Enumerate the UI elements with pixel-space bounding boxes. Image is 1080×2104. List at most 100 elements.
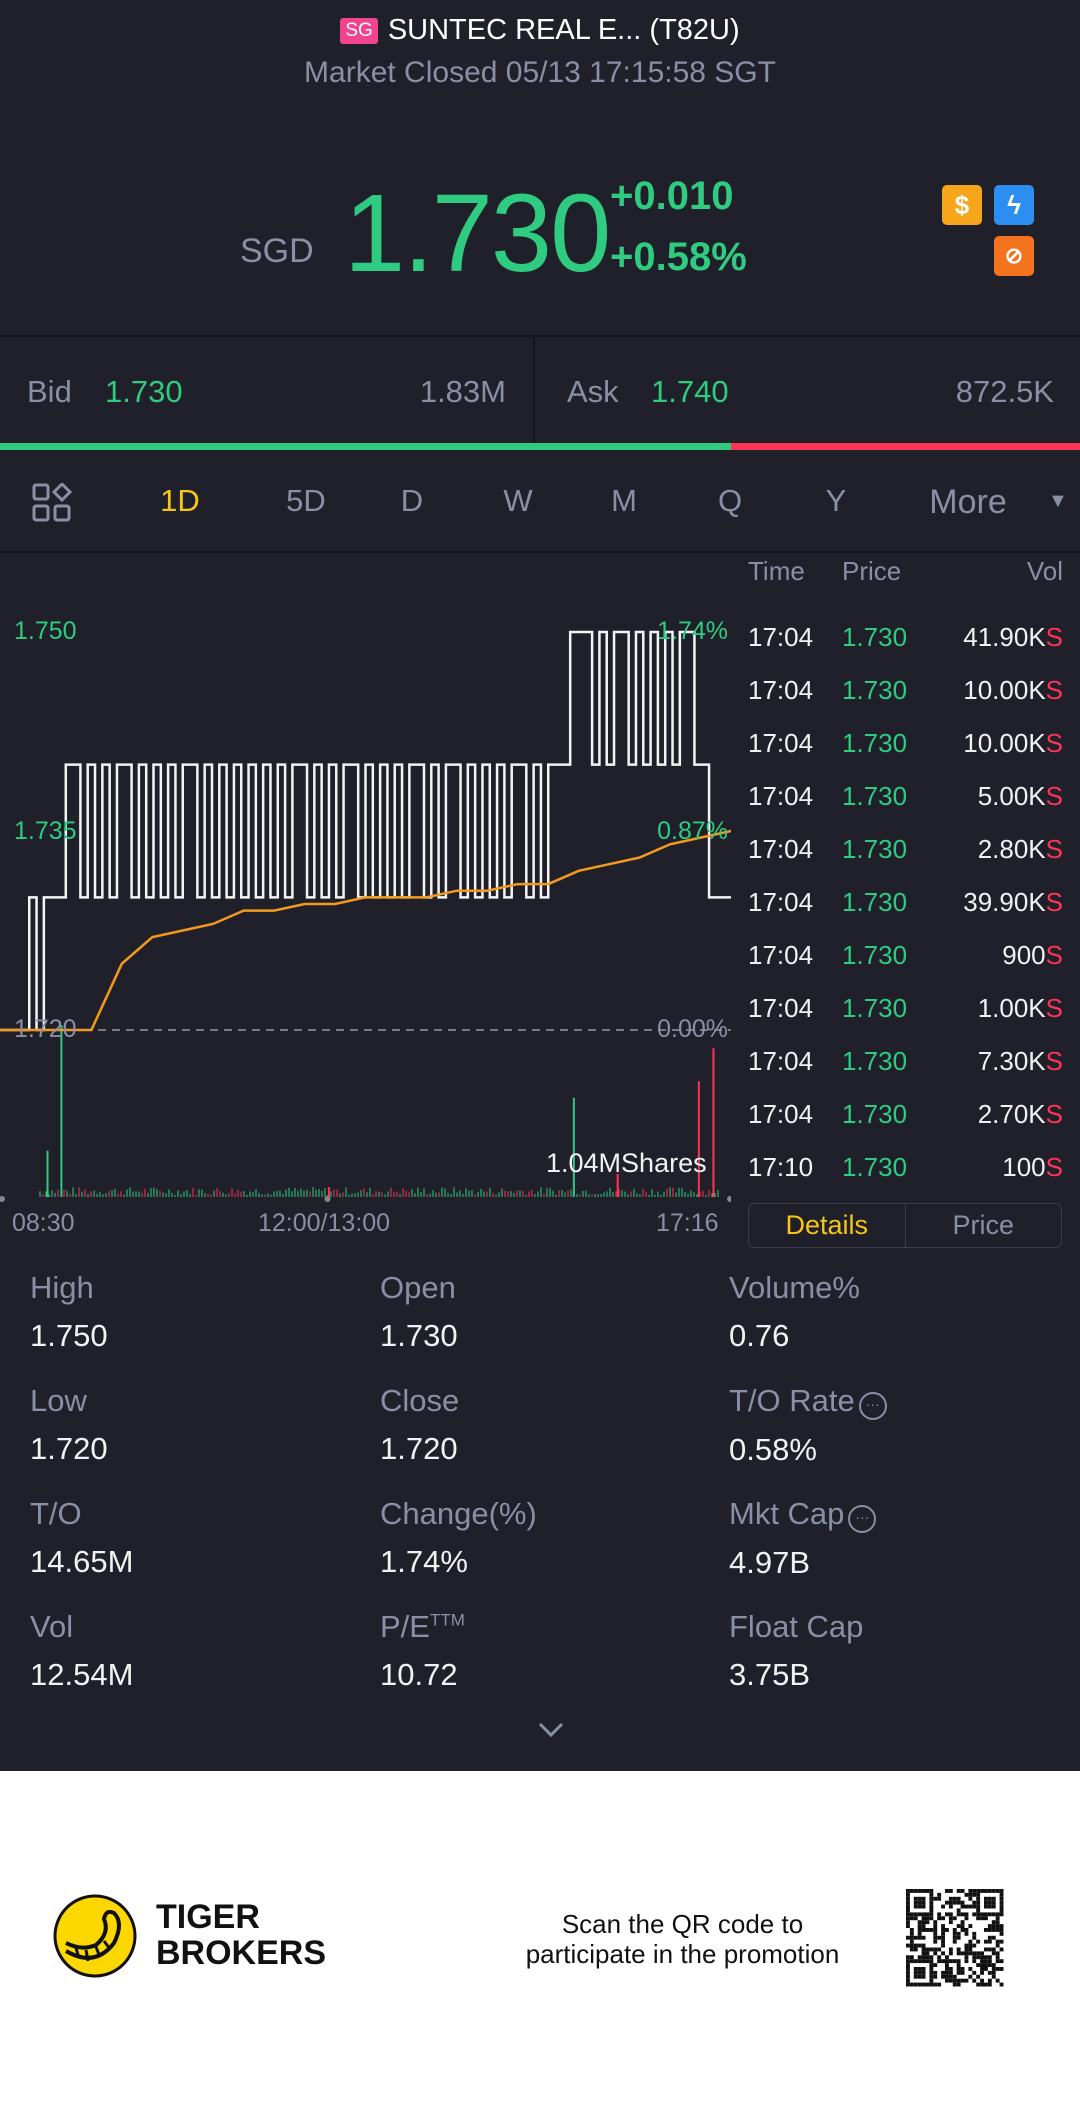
stat-value: 0.76 [729, 1318, 790, 1353]
info-icon[interactable]: ··· [858, 1392, 887, 1420]
trade-row: 17:04 1.730 900S [748, 940, 1063, 980]
stat-label: Change(%) [380, 1496, 537, 1531]
tab-y[interactable]: Y [826, 483, 847, 519]
header-price: Price [842, 556, 902, 586]
axis-dot [0, 1196, 5, 1202]
stock-title[interactable]: SG SUNTEC REAL E... (T82U) [0, 14, 1080, 47]
bid-price: 1.730 [105, 374, 183, 409]
trade-time: 17:04 [748, 940, 814, 970]
trade-row: 17:04 1.730 5.00KS [748, 781, 1063, 821]
trade-price: 1.730 [842, 728, 908, 758]
details-tab[interactable]: Details [749, 1204, 906, 1247]
ask-price: 1.740 [651, 374, 729, 409]
short-sell-icon[interactable]: ⊘ [994, 236, 1034, 276]
tiger-logo [52, 1893, 138, 1984]
trade-vol: 900 [1002, 940, 1046, 970]
trade-price: 1.730 [842, 1046, 908, 1076]
volume-max-label: 1.04MShares [546, 1148, 707, 1178]
trade-price: 1.730 [842, 622, 908, 652]
trade-price: 1.730 [842, 781, 908, 811]
stat-t-o: T/O 14.65M [30, 1496, 133, 1580]
price-tab[interactable]: Price [906, 1204, 1062, 1247]
tab-more[interactable]: More [929, 483, 1006, 522]
trade-side: S [1045, 622, 1063, 652]
trade-price: 1.730 [842, 993, 908, 1023]
details-price-toggle[interactable]: Details Price [748, 1203, 1062, 1248]
trade-side: S [1045, 834, 1063, 864]
price-change: +0.010 [610, 174, 734, 218]
stat-label: Close [380, 1383, 460, 1418]
dollar-icon[interactable]: $ [942, 185, 982, 225]
stat-value: 4.97B [729, 1545, 811, 1580]
trade-time: 17:04 [748, 728, 814, 758]
trade-vol: 10.00K [963, 728, 1046, 758]
stock-name: SUNTEC REAL E... (T82U) [387, 14, 740, 46]
trade-side: S [1045, 1152, 1063, 1182]
intraday-chart[interactable] [0, 552, 731, 1232]
stat-change-: Change(%) 1.74% [380, 1496, 537, 1580]
trade-row: 17:04 1.730 10.00KS [748, 728, 1063, 768]
stat-low: Low 1.720 [30, 1383, 108, 1467]
tab-q[interactable]: Q [718, 483, 742, 519]
tab-w[interactable]: W [503, 483, 532, 519]
trade-side: S [1045, 887, 1063, 917]
trade-row: 17:04 1.730 7.30KS [748, 1046, 1063, 1086]
promo-text: Scan the QR code to participate in the p… [480, 1909, 885, 1969]
trade-time: 17:10 [748, 1152, 814, 1182]
trade-side: S [1045, 940, 1063, 970]
chart-layout-icon[interactable] [32, 481, 73, 528]
tab-1d[interactable]: 1D [160, 483, 200, 519]
stat-label: Volume% [729, 1270, 860, 1305]
promo-line-1: Scan the QR code to [561, 1909, 804, 1939]
brand-name: TIGER BROKERS [156, 1899, 326, 1971]
trade-price: 1.730 [842, 1099, 908, 1129]
lightning-icon[interactable]: ϟ [994, 185, 1034, 225]
axis-dot [324, 1196, 331, 1202]
last-price: 1.730 [344, 172, 611, 295]
bid-size: 1.83M [419, 374, 506, 409]
tab-m[interactable]: M [611, 483, 637, 519]
trade-side: S [1045, 781, 1063, 811]
trade-vol: 100 [1002, 1152, 1046, 1182]
trade-side: S [1045, 1046, 1063, 1076]
stat-label: Low [30, 1383, 87, 1418]
trade-side: S [1045, 1099, 1063, 1129]
trade-vol: 41.90K [963, 622, 1046, 652]
trade-time: 17:04 [748, 675, 814, 705]
trade-row: 17:04 1.730 1.00KS [748, 993, 1063, 1033]
y-tick-left: 1.720 [14, 1015, 77, 1043]
y-tick-right: 0.87% [657, 817, 728, 845]
trade-price: 1.730 [842, 1152, 908, 1182]
dropdown-arrow-icon[interactable]: ▼ [1048, 490, 1068, 513]
info-icon[interactable]: ··· [848, 1505, 877, 1533]
expand-chevron-icon[interactable] [536, 1720, 566, 1745]
bid-ask-row: Bid 1.730 1.83M Ask 1.740 872.5K [0, 336, 1080, 444]
stat-vol: Vol 12.54M [30, 1609, 133, 1693]
trade-row: 17:04 1.730 39.90KS [748, 887, 1063, 927]
stat-label: P/E [380, 1609, 430, 1644]
qr-code [906, 1889, 1004, 1987]
stat-float-cap: Float Cap 3.75B [729, 1609, 863, 1693]
trade-row: 17:04 1.730 41.90KS [748, 622, 1063, 662]
stat-t-o-rate: T/O Rate ··· 0.58% [729, 1383, 887, 1468]
trade-time: 17:04 [748, 781, 814, 811]
tab-5d[interactable]: 5D [286, 483, 326, 519]
stat-value: 1.750 [30, 1318, 108, 1353]
trade-vol: 5.00K [977, 781, 1046, 811]
stat-label: Float Cap [729, 1609, 864, 1644]
promo-footer: TIGER BROKERS Scan the QR code to partic… [0, 1771, 1080, 2104]
stat-value: 1.720 [30, 1431, 108, 1466]
trade-price: 1.730 [842, 834, 908, 864]
trade-row: 17:04 1.730 2.70KS [748, 1099, 1063, 1139]
trade-side: S [1045, 675, 1063, 705]
stat-sup: TTM [429, 1610, 465, 1630]
ask-label: Ask [567, 374, 619, 409]
stat-label: Open [380, 1270, 456, 1305]
tab-d[interactable]: D [401, 483, 423, 519]
bid-label: Bid [27, 374, 72, 409]
price-line [0, 630, 731, 1032]
stat-label: Vol [30, 1609, 74, 1644]
x-tick: 08:30 [12, 1209, 75, 1237]
trade-time: 17:04 [748, 622, 814, 652]
trade-vol: 2.80K [977, 834, 1046, 864]
